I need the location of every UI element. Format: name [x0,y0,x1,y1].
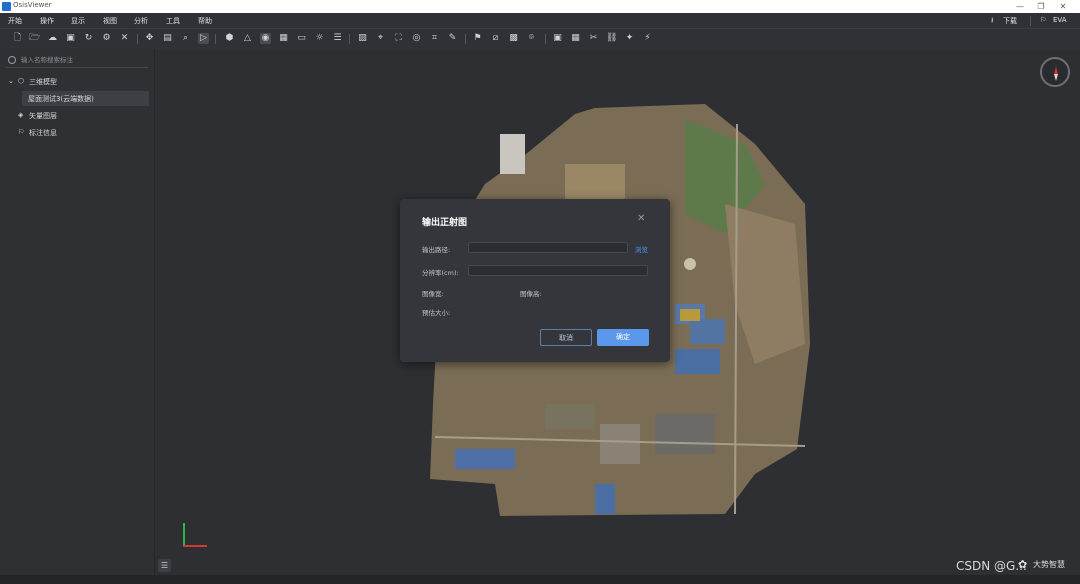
output-path-label: 输出路径: [422,246,451,254]
image-width-label: 图像宽: [422,290,444,298]
tree-item-vector-layer[interactable]: ◈ 矢量图层 [0,108,154,123]
watermark-logo: ✿ 大势智慧 [1018,555,1076,575]
user-icon[interactable]: ⚐ [1040,16,1046,24]
box-icon[interactable]: ▩ [508,33,519,44]
toolbar-separator [137,34,138,44]
download-label[interactable]: 下载 [1003,16,1017,26]
move-icon[interactable]: ✥ [144,33,155,44]
status-bar [0,575,1080,584]
image-icon[interactable]: ▨ [357,33,368,44]
dialog-title: 输出正射图 [422,218,468,228]
sidebar: ⌄ ⬡ 三维模型 屋面测试3(云端数据) ◈ 矢量图层 ⚐ 标注信息 [0,49,155,575]
screen-icon[interactable]: ▭ [296,33,307,44]
axis-x-indicator [183,545,207,547]
flag-icon: ⚐ [18,128,25,136]
minimize-button[interactable]: — [1010,0,1030,13]
user-name[interactable]: EVA [1053,16,1067,24]
axis-y-indicator [183,523,185,547]
list-icon[interactable]: ☰ [332,33,343,44]
image-height-label: 图像高: [520,290,542,298]
menu-display[interactable]: 显示 [71,16,85,26]
camera-icon[interactable]: ◎ [411,33,422,44]
cut-icon[interactable]: ✂ [588,33,599,44]
focus-icon[interactable]: ⌖ [375,33,386,44]
tree-item-label: 标注信息 [29,129,57,137]
flag-icon[interactable]: ⚑ [472,33,483,44]
link-icon[interactable]: ⛓ [606,33,617,44]
close-icon[interactable]: ✕ [119,33,130,44]
download-icon[interactable]: ⭳ [991,16,993,27]
watermark-logo-text: 大势智慧 [1033,560,1065,569]
search-box [5,54,148,68]
window-title: OsisViewer [13,1,52,9]
model-icon[interactable]: ⬢ [224,33,235,44]
select-icon[interactable]: ▷ [198,33,209,44]
file-size-label: 预估大小: [422,309,451,317]
cancel-button[interactable]: 取消 [540,329,592,346]
tree-item-label: 屋面测试3(云端数据) [28,95,94,103]
close-icon[interactable]: ✕ [637,213,645,224]
measure-icon[interactable]: △ [242,33,253,44]
tree-item-3d-models[interactable]: ⌄ ⬡ 三维模型 [0,74,154,89]
output-path-input[interactable] [468,242,628,253]
search-icon[interactable]: ⌕ [180,33,191,44]
resolution-input[interactable] [468,265,648,276]
magic-icon[interactable]: ✦ [624,33,635,44]
split-icon[interactable]: ⧄ [490,33,501,44]
pin-icon[interactable]: ⌾ [526,33,537,44]
crop-icon[interactable]: ⌗ [429,33,440,44]
layer-icon[interactable]: ◉ [260,33,271,44]
window-icon[interactable]: ▣ [552,33,563,44]
search-icon [8,56,16,64]
new-file-icon[interactable]: 🗋 [12,33,23,44]
browse-link[interactable]: 浏览 [635,244,648,254]
menu-bar: 开始 操作 显示 视图 分析 工具 帮助 ⭳ 下载 ⚐ EVA [0,13,1080,28]
menu-tools[interactable]: 工具 [166,16,180,26]
toolbar-separator [465,34,466,44]
refresh-icon[interactable]: ↻ [83,33,94,44]
layers-icon: ◈ [18,111,24,119]
menu-analysis[interactable]: 分析 [134,16,148,26]
title-bar: OsisViewer — ❐ ✕ [0,0,1080,13]
open-folder-icon[interactable]: 🗁 [29,33,40,44]
grid-icon[interactable]: ▦ [278,33,289,44]
compass-icon[interactable] [1040,57,1070,87]
document-icon[interactable]: ▤ [162,33,173,44]
toolbar: 🗋 🗁 ☁ ▣ ↻ ⚙ ✕ ✥ ▤ ⌕ ▷ ⬢ △ ◉ ▦ ▭ ☼ ☰ ▨ ⌖ … [0,28,1080,49]
toolbar-separator [349,34,350,44]
resolution-label: 分辨率(cm): [422,269,459,277]
light-icon[interactable]: ☼ [314,33,325,44]
settings-icon[interactable]: ⚙ [101,33,112,44]
tree-item-label: 矢量图层 [29,112,57,120]
fullscreen-icon[interactable]: ⛶ [393,33,404,44]
table-icon[interactable]: ▦ [570,33,581,44]
cloud-icon[interactable]: ☁ [47,33,58,44]
toolbar-separator [215,34,216,44]
app-logo-icon [2,2,11,11]
toolbar-separator [545,34,546,44]
close-window-button[interactable]: ✕ [1053,0,1073,13]
tree-item-roof-test[interactable]: 屋面测试3(云端数据) [22,91,149,106]
flower-icon: ✿ [1018,558,1028,571]
search-input[interactable] [21,55,141,65]
export-ortho-dialog: 输出正射图 ✕ 输出路径: 浏览 分辨率(cm): 图像宽: 图像高: 预估大小… [400,199,670,362]
pen-icon[interactable]: ✎ [447,33,458,44]
menu-start[interactable]: 开始 [8,16,22,26]
save-icon[interactable]: ▣ [65,33,76,44]
restore-button[interactable]: ❐ [1031,0,1051,13]
tree-item-label: 三维模型 [29,78,57,86]
chevron-down-icon[interactable]: ⌄ [8,77,14,85]
header-divider [1030,16,1031,26]
menu-help[interactable]: 帮助 [198,16,212,26]
watermark-text: CSDN @G... [956,559,1027,573]
layer-toggle-button[interactable]: ☰ [158,559,171,572]
wand-icon[interactable]: ⚡ [642,33,653,44]
menu-operate[interactable]: 操作 [40,16,54,26]
tree-item-annotations[interactable]: ⚐ 标注信息 [0,125,154,140]
cube-icon: ⬡ [18,77,25,85]
ok-button[interactable]: 确定 [597,329,649,346]
compass-south-needle [1054,74,1058,81]
menu-view[interactable]: 视图 [103,16,117,26]
